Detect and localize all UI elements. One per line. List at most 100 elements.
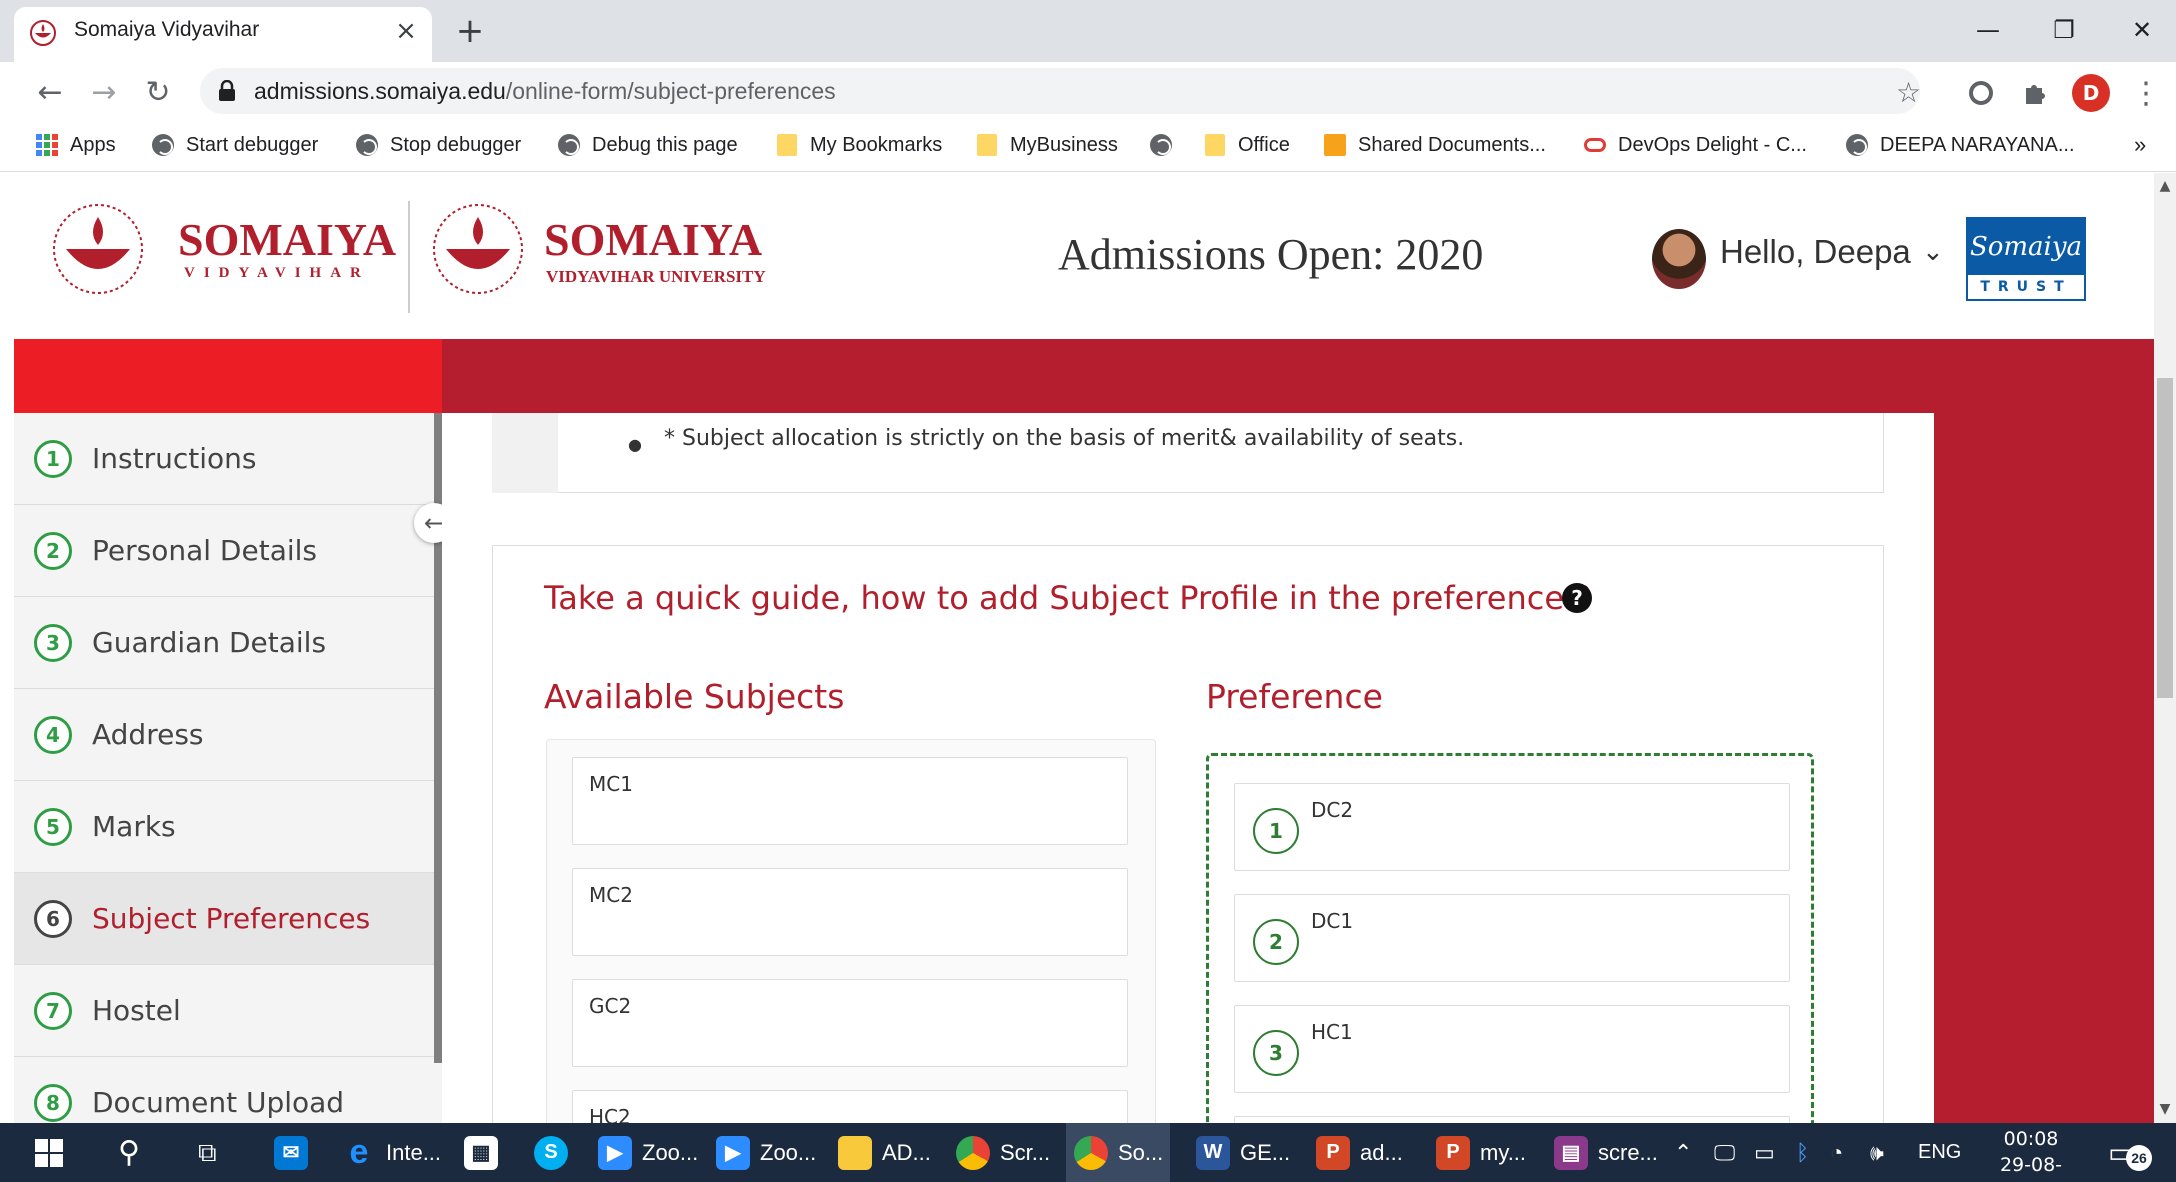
logo-name: SOMAIYA	[544, 214, 763, 265]
store-app[interactable]: ▦	[464, 1123, 508, 1182]
taskbar-app-label: Zoo...	[760, 1139, 817, 1165]
available-subject-item[interactable]: MC1	[572, 757, 1128, 845]
taskbar-app-word[interactable]: W GE...	[1196, 1123, 1290, 1182]
task-view-icon[interactable]: ⧉	[198, 1123, 217, 1182]
bookmark-debug-page[interactable]: Debug this page	[558, 128, 738, 162]
bookmark-globe[interactable]	[1150, 128, 1184, 162]
new-tab-button[interactable]: +	[452, 11, 488, 51]
lock-icon[interactable]	[218, 79, 236, 102]
scroll-down-arrow-icon[interactable]: ▼	[2154, 1098, 2176, 1120]
zoom-icon: ▶	[716, 1135, 750, 1170]
extensions-puzzle-icon[interactable]	[2016, 74, 2054, 112]
more-bookmarks-button[interactable]: »	[2134, 128, 2146, 162]
preference-rank: 3	[1253, 1030, 1299, 1076]
powerpoint-icon: P	[1436, 1135, 1470, 1170]
chrome-icon	[956, 1135, 990, 1170]
bookmark-label: Apps	[70, 133, 116, 156]
taskbar-app-label: Scr...	[1000, 1139, 1051, 1165]
reload-button[interactable]: ↻	[138, 72, 178, 112]
taskbar-app-zoom-2[interactable]: ▶ Zoo...	[716, 1123, 816, 1182]
sidebar-item-document-upload[interactable]: 8 Document Upload	[14, 1057, 434, 1123]
bookmark-devops-delight[interactable]: DevOps Delight - C...	[1584, 128, 1807, 162]
sidebar-item-instructions[interactable]: 1 Instructions	[14, 413, 434, 505]
user-avatar[interactable]	[1652, 229, 1706, 289]
taskbar-app-chrome-1[interactable]: Scr...	[956, 1123, 1050, 1182]
taskbar-app-label: Zoo...	[642, 1139, 699, 1165]
url-text[interactable]: admissions.somaiya.edu/online-form/subje…	[254, 78, 836, 105]
quick-guide-link[interactable]: Take a quick guide, how to add Subject P…	[544, 579, 1591, 617]
skype-app[interactable]: S	[534, 1123, 578, 1182]
subject-label: HC2	[589, 1105, 631, 1123]
language-indicator[interactable]: ENG	[1918, 1123, 1961, 1182]
step-label: Document Upload	[92, 1086, 345, 1119]
taskbar-app-explorer[interactable]: AD...	[838, 1123, 931, 1182]
sidebar-item-address[interactable]: 4 Address	[14, 689, 434, 781]
somaiya-vidyavihar-logo[interactable]: SOMAIYA VIDYAVIHAR	[52, 203, 396, 299]
extension-circle-icon[interactable]	[1962, 74, 2000, 112]
preference-item[interactable]: 3 HC1	[1234, 1005, 1790, 1093]
trust-logo-label: TRUST	[1980, 279, 2072, 295]
allocation-note: * Subject allocation is strictly on the …	[664, 426, 1465, 451]
bookmark-mybusiness[interactable]: MyBusiness	[976, 128, 1118, 162]
taskbar-app-zoom-1[interactable]: ▶ Zoo...	[598, 1123, 698, 1182]
store-icon: ▦	[464, 1135, 498, 1170]
taskbar-app-ie[interactable]: e Inte...	[342, 1123, 442, 1182]
somaiya-trust-logo[interactable]: Somaiya TRUST	[1966, 217, 2086, 301]
sidebar-item-hostel[interactable]: 7 Hostel	[14, 965, 434, 1057]
forward-button[interactable]: →	[84, 72, 124, 112]
taskbar-app-chrome-2[interactable]: So...	[1066, 1123, 1170, 1182]
bookmark-star-icon[interactable]: ☆	[1896, 76, 1921, 109]
step-label: Subject Preferences	[92, 902, 371, 935]
page-scrollbar-thumb[interactable]	[2157, 378, 2173, 698]
close-window-button[interactable]: ✕	[2112, 10, 2172, 50]
minimize-window-button[interactable]: —	[1958, 10, 2018, 50]
scroll-up-arrow-icon[interactable]: ▲	[2154, 175, 2176, 197]
preference-item[interactable]: 1 DC2	[1234, 783, 1790, 871]
available-subject-item[interactable]: HC2	[572, 1090, 1128, 1123]
search-icon[interactable]: ⚲	[118, 1123, 140, 1182]
sidebar-item-personal-details[interactable]: 2 Personal Details	[14, 505, 434, 597]
bookmark-label: Office	[1238, 133, 1290, 156]
taskbar-app-powerpoint-1[interactable]: Pad...	[1316, 1123, 1403, 1182]
bookmark-apps[interactable]: Apps	[36, 128, 116, 162]
bookmark-start-debugger[interactable]: Start debugger	[152, 128, 318, 162]
sidebar-item-marks[interactable]: 5 Marks	[14, 781, 434, 873]
volume-icon[interactable]: 🕪	[1870, 1123, 1884, 1182]
close-tab-icon[interactable]: ×	[392, 16, 420, 46]
mail-app[interactable]: ✉	[274, 1123, 318, 1182]
user-greeting[interactable]: Hello, Deepa	[1720, 233, 1911, 271]
bookmark-stop-debugger[interactable]: Stop debugger	[356, 128, 521, 162]
available-subject-item[interactable]: GC2	[572, 979, 1128, 1067]
bookmark-shared-documents[interactable]: Shared Documents...	[1324, 128, 1546, 162]
preference-item[interactable]	[1234, 1116, 1790, 1123]
wifi-icon[interactable]: ◔	[1830, 1123, 1843, 1182]
help-icon[interactable]: ?	[1562, 583, 1592, 613]
taskbar-app-powerpoint-2[interactable]: Pmy...	[1436, 1123, 1526, 1182]
subject-label: MC2	[589, 883, 633, 907]
taskbar-app-winrar[interactable]: ▤ scre...	[1554, 1123, 1658, 1182]
preference-item[interactable]: 2 DC1	[1234, 894, 1790, 982]
windows-start-button[interactable]	[34, 1123, 64, 1182]
bluetooth-icon[interactable]: ᛒ	[1796, 1123, 1809, 1182]
bookmark-my-bookmarks[interactable]: My Bookmarks	[776, 128, 942, 162]
browser-menu-icon[interactable]: ⋮	[2130, 74, 2162, 112]
chevron-down-icon[interactable]: ⌄	[1922, 237, 1944, 267]
notification-center-button[interactable]: ▭ 26	[2108, 1123, 2152, 1182]
system-clock[interactable]: 00:08 29-08-2020	[1976, 1126, 2086, 1182]
logo-sub: VIDYAVIHAR	[184, 265, 370, 281]
available-subject-item[interactable]: MC2	[572, 868, 1128, 956]
red-banner-left	[14, 339, 442, 413]
folder-icon	[776, 134, 798, 156]
somaiya-university-logo[interactable]: SOMAIYA VIDYAVIHAR UNIVERSITY	[432, 203, 766, 299]
battery-icon[interactable]: ▭	[1754, 1123, 1775, 1182]
back-button[interactable]: ←	[30, 72, 70, 112]
bookmark-deepa-narayana[interactable]: DEEPA NARAYANA...	[1846, 128, 2075, 162]
sidebar-item-guardian-details[interactable]: 3 Guardian Details	[14, 597, 434, 689]
globe-icon	[1846, 134, 1868, 156]
network-pc-icon[interactable]: 🖵	[1714, 1123, 1735, 1182]
profile-avatar[interactable]: D	[2072, 74, 2110, 112]
show-hidden-icons-chevron-up-icon[interactable]: ⌃	[1674, 1123, 1692, 1182]
restore-window-button[interactable]: ❐	[2034, 10, 2094, 50]
bookmark-office[interactable]: Office	[1204, 128, 1290, 162]
sidebar-item-subject-preferences[interactable]: 6 Subject Preferences	[14, 873, 434, 965]
